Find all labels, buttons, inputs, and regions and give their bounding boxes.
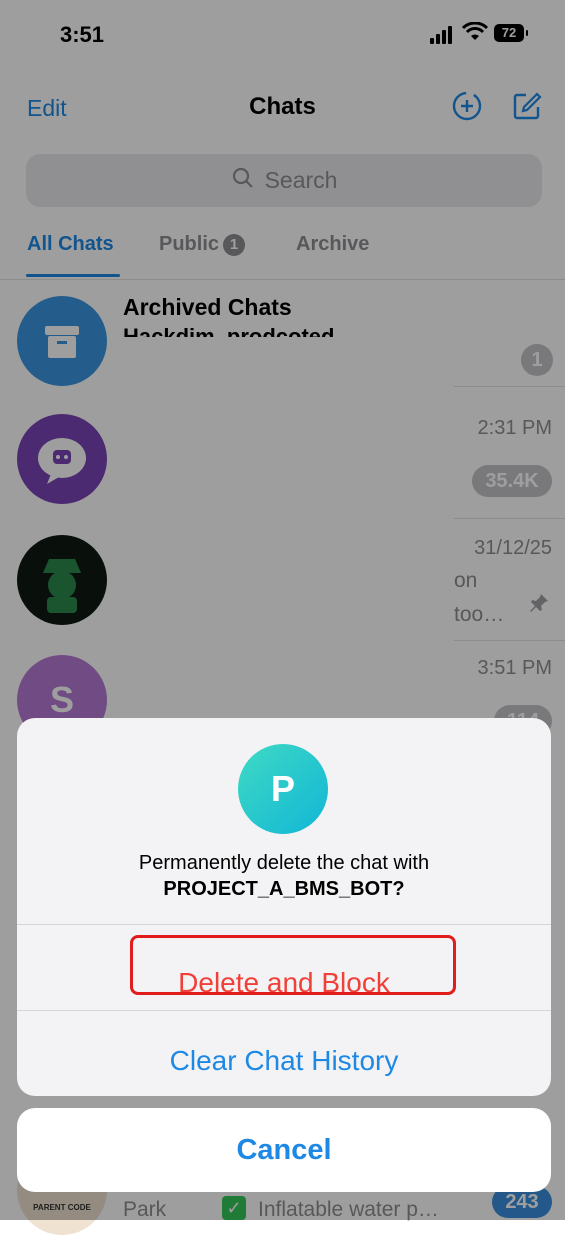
highlight-box [130, 935, 456, 995]
sheet-message-line1: Permanently delete the chat with [138, 852, 430, 874]
cancel-button[interactable]: Cancel [17, 1108, 551, 1192]
delete-chat-sheet: P Permanently delete the chat with PROJE… [17, 718, 551, 1096]
sheet-message-line2: PROJECT_A_BMS_BOT? [163, 878, 405, 900]
divider [17, 924, 551, 925]
clear-chat-history-button[interactable]: Clear Chat History [17, 1026, 551, 1096]
bot-avatar: P [238, 744, 328, 834]
sheet-message: Permanently delete the chat with PROJECT… [17, 850, 551, 902]
divider [17, 1010, 551, 1011]
